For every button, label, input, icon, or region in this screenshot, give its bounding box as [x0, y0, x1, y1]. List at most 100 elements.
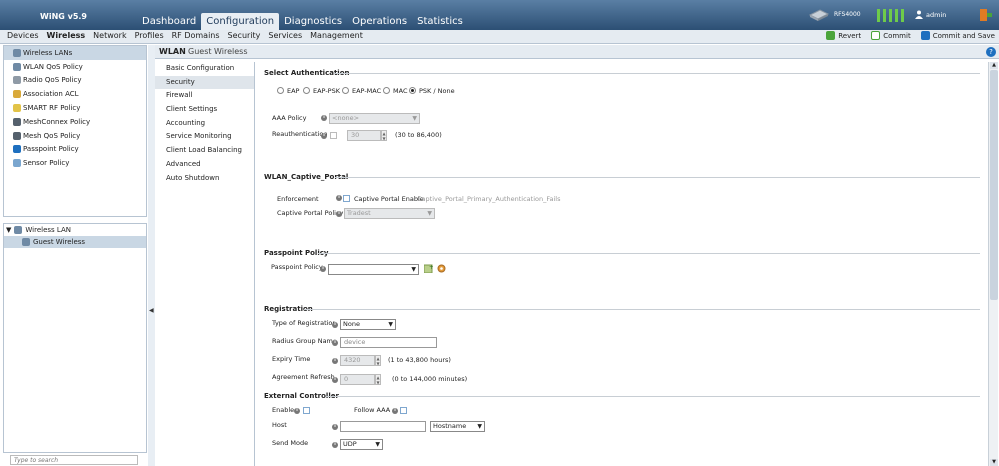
controller-icon	[808, 9, 830, 21]
passpoint-label: Passpoint Policy	[271, 263, 323, 271]
subnav-management[interactable]: Management	[306, 30, 367, 43]
nav-diagnostics[interactable]: Diagnostics	[279, 13, 347, 30]
reauth-input[interactable]: 30	[347, 130, 381, 141]
auth-radio-eap-psk[interactable]	[303, 87, 310, 94]
help-icon[interactable]: ?	[986, 47, 996, 57]
subnav-rf-domains[interactable]: RF Domains	[168, 30, 224, 43]
expiry-input[interactable]: 4320	[340, 355, 375, 366]
host-type-value: Hostname	[433, 422, 467, 430]
agreement-stepper[interactable]: ▲ ▼	[375, 374, 381, 385]
create-policy-icon[interactable]: +	[424, 264, 433, 273]
auth-label-psk-none: PSK / None	[419, 87, 455, 95]
tree-item-guest-wireless[interactable]: Guest Wireless	[4, 236, 146, 248]
auth-radio-eap[interactable]	[277, 87, 284, 94]
info-icon: i	[332, 377, 338, 383]
menu-meshconnex[interactable]: MeshConnex Policy	[4, 115, 146, 129]
config-client-settings[interactable]: Client Settings	[155, 103, 254, 117]
nav-configuration[interactable]: Configuration	[201, 13, 280, 30]
info-icon: i	[392, 408, 398, 414]
edit-policy-gear-icon[interactable]	[437, 264, 446, 273]
search-input[interactable]: Type to search	[10, 455, 138, 465]
config-security[interactable]: Security	[155, 75, 254, 90]
reg-type-select[interactable]: None ▼	[340, 319, 396, 330]
security-form: Select Authentication EAP EAP-PSK EAP-MA…	[256, 62, 987, 466]
host-type-select[interactable]: Hostname ▼	[430, 421, 485, 432]
wireless-menu: Wireless LANs WLAN QoS Policy Radio QoS …	[3, 45, 147, 217]
info-icon: i	[336, 211, 342, 217]
user-icon	[915, 10, 923, 19]
nav-statistics[interactable]: Statistics	[412, 13, 468, 30]
auth-radio-eap-mac[interactable]	[342, 87, 349, 94]
reauth-stepper[interactable]: ▲ ▼	[381, 130, 387, 141]
expiry-stepper[interactable]: ▲ ▼	[375, 355, 381, 366]
menu-association-acl[interactable]: Association ACL	[4, 87, 146, 101]
menu-label: Passpoint Policy	[23, 145, 79, 154]
scroll-up-icon[interactable]: ▲	[990, 62, 998, 69]
commit-button[interactable]: Commit	[871, 31, 911, 40]
revert-icon	[826, 31, 836, 40]
menu-label: Mesh QoS Policy	[23, 131, 81, 140]
action-bar: Revert Commit Commit and Save	[826, 31, 995, 40]
config-accounting[interactable]: Accounting	[155, 117, 254, 131]
menu-sensor[interactable]: Sensor Policy	[4, 156, 146, 170]
user-menu[interactable]: admin	[915, 10, 946, 19]
revert-button[interactable]: Revert	[826, 31, 861, 40]
nav-dashboard[interactable]: Dashboard	[137, 13, 201, 30]
captive-policy-select[interactable]: Tradest ▼	[344, 208, 435, 219]
menu-smart-rf[interactable]: SMART RF Policy	[4, 101, 146, 115]
subnav-services[interactable]: Services	[264, 30, 306, 43]
logout-icon[interactable]	[978, 7, 994, 23]
divider	[318, 253, 980, 254]
auth-radio-mac[interactable]	[383, 87, 390, 94]
menu-radio-qos[interactable]: Radio QoS Policy	[4, 74, 146, 88]
top-nav: Dashboard Configuration Diagnostics Oper…	[137, 13, 468, 30]
config-client-load-balancing[interactable]: Client Load Balancing	[155, 144, 254, 158]
ext-enable-checkbox[interactable]	[303, 407, 310, 414]
commit-save-button[interactable]: Commit and Save	[920, 31, 995, 40]
aaa-policy-select[interactable]: <none> ▼	[329, 113, 420, 124]
menu-mesh-qos[interactable]: Mesh QoS Policy	[4, 129, 146, 143]
config-firewall[interactable]: Firewall	[155, 89, 254, 103]
expiry-label: Expiry Time	[272, 355, 311, 363]
menu-wireless-lans[interactable]: Wireless LANs	[4, 46, 146, 60]
agreement-input[interactable]: 0	[340, 374, 375, 385]
menu-label: Association ACL	[23, 90, 79, 99]
vertical-scrollbar[interactable]: ▲ ▼	[988, 62, 998, 466]
scroll-thumb[interactable]	[990, 70, 998, 300]
collapse-arrow-icon[interactable]: ▼	[6, 226, 11, 234]
menu-passpoint[interactable]: Passpoint Policy	[4, 143, 146, 157]
captive-enable-checkbox[interactable]	[343, 195, 350, 202]
subnav-profiles[interactable]: Profiles	[131, 30, 168, 43]
host-label: Host	[272, 421, 287, 429]
subnav-wireless[interactable]: Wireless	[43, 30, 90, 43]
revert-label: Revert	[838, 31, 862, 40]
send-mode-select[interactable]: UDP ▼	[340, 439, 383, 450]
sensor-icon	[13, 159, 21, 168]
config-advanced[interactable]: Advanced	[155, 158, 254, 172]
menu-wlan-qos[interactable]: WLAN QoS Policy	[4, 60, 146, 74]
reauth-checkbox[interactable]	[330, 132, 337, 139]
passpoint-select[interactable]: ▼	[328, 264, 419, 275]
config-auto-shutdown[interactable]: Auto Shutdown	[155, 172, 254, 186]
send-mode-label: Send Mode	[272, 439, 309, 447]
nav-operations[interactable]: Operations	[347, 13, 412, 30]
panel-collapse-handle[interactable]: ◀	[148, 45, 155, 466]
user-name: admin	[926, 10, 947, 19]
subnav-security[interactable]: Security	[224, 30, 265, 43]
header-prefix: WLAN	[159, 47, 186, 56]
config-basic[interactable]: Basic Configuration	[155, 62, 254, 76]
page-header: WLAN Guest Wireless ?	[155, 45, 999, 59]
auth-radio-psk-none[interactable]	[409, 87, 416, 94]
signal-bars-icon	[877, 9, 904, 22]
subnav-network[interactable]: Network	[89, 30, 130, 43]
subnav-devices[interactable]: Devices	[3, 30, 43, 43]
tree-root[interactable]: ▼ Wireless LAN	[4, 224, 146, 236]
config-service-monitoring[interactable]: Service Monitoring	[155, 130, 254, 144]
host-input[interactable]	[340, 421, 426, 432]
scroll-down-icon[interactable]: ▼	[990, 459, 998, 466]
svg-text:+: +	[429, 264, 433, 271]
info-icon: i	[320, 266, 326, 272]
follow-aaa-checkbox[interactable]	[400, 407, 407, 414]
wlan-icon	[13, 48, 21, 57]
radius-group-input[interactable]: device	[340, 337, 437, 348]
